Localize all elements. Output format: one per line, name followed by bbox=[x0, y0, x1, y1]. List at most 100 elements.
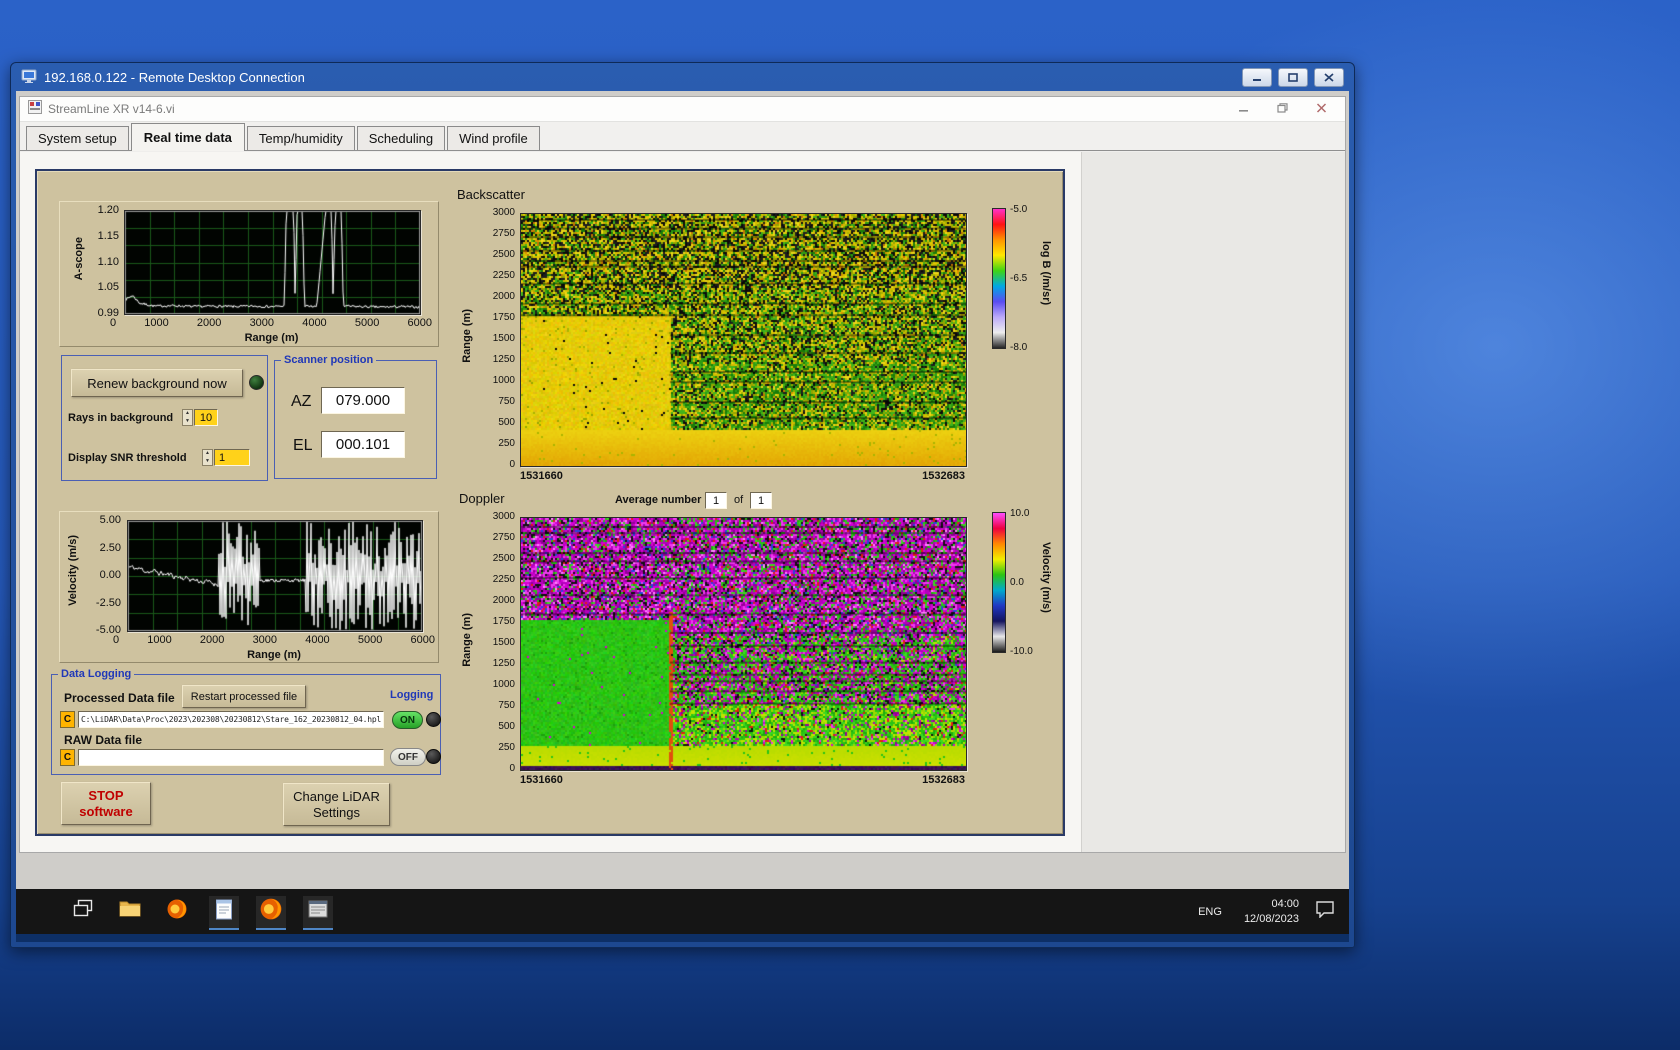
rays-spinner[interactable]: ▲▼ bbox=[182, 409, 193, 426]
renew-background-button[interactable]: Renew background now bbox=[71, 369, 243, 397]
scanner-position-title: Scanner position bbox=[281, 354, 376, 366]
backscatter-y-tick: 2750 bbox=[493, 228, 515, 239]
firefox-active-icon bbox=[259, 897, 283, 926]
close-icon bbox=[1324, 70, 1334, 85]
average-number-field[interactable]: 1 bbox=[705, 492, 727, 509]
doppler-y-tick: 500 bbox=[498, 721, 515, 732]
remote-taskbar: ENG 04:00 12/08/2023 bbox=[16, 889, 1349, 934]
raw-logging-toggle[interactable]: OFF bbox=[390, 748, 426, 766]
velocity-y-tick: 5.00 bbox=[100, 514, 121, 526]
backscatter-y-axis-label: Range (m) bbox=[461, 309, 473, 363]
vi-titlebar[interactable]: StreamLine XR v14-6.vi bbox=[20, 97, 1345, 122]
backscatter-y-tick: 2500 bbox=[493, 249, 515, 260]
el-value-field[interactable]: 000.101 bbox=[321, 431, 405, 458]
rdp-minimize-button[interactable] bbox=[1242, 68, 1272, 87]
backscatter-y-ticks: 3000275025002250200017501500125010007505… bbox=[477, 207, 515, 470]
average-total-field[interactable]: 1 bbox=[750, 492, 772, 509]
az-value-field[interactable]: 079.000 bbox=[321, 387, 405, 414]
tab-wind-profile[interactable]: Wind profile bbox=[447, 126, 540, 150]
backscatter-colorbar-ticks: -5.0-6.5-8.0 bbox=[1010, 204, 1038, 353]
vi-minimize-button[interactable] bbox=[1238, 100, 1249, 118]
taskbar-icons bbox=[68, 896, 333, 928]
tab-scheduling[interactable]: Scheduling bbox=[357, 126, 445, 150]
stop-software-line1: STOP bbox=[88, 788, 123, 804]
backscatter-y-tick: 500 bbox=[498, 417, 515, 428]
doppler-y-tick: 2500 bbox=[493, 553, 515, 564]
change-lidar-line2: Settings bbox=[313, 805, 360, 821]
task-view-button[interactable] bbox=[68, 896, 98, 928]
backscatter-x-start: 1531660 bbox=[520, 470, 563, 482]
tab-temp-humidity[interactable]: Temp/humidity bbox=[247, 126, 355, 150]
velocity-x-axis-label: Range (m) bbox=[127, 649, 421, 661]
backscatter-y-tick: 1750 bbox=[493, 312, 515, 323]
data-logging-box: Data Logging Processed Data file Restart… bbox=[51, 674, 441, 775]
ascope-y-tick: 1.15 bbox=[98, 230, 119, 242]
firefox-active-button[interactable] bbox=[256, 896, 286, 928]
minimize-icon bbox=[1252, 70, 1262, 85]
velocity-plot bbox=[127, 520, 423, 632]
taskbar-tray: ENG 04:00 12/08/2023 bbox=[1192, 897, 1349, 926]
raw-drive-selector[interactable]: C bbox=[60, 749, 75, 766]
tab-bar: System setup Real time data Temp/humidit… bbox=[20, 122, 1345, 151]
maximize-icon bbox=[1288, 70, 1298, 85]
doppler-y-tick: 1000 bbox=[493, 679, 515, 690]
stop-software-button[interactable]: STOP software bbox=[61, 782, 151, 825]
notification-center-button[interactable] bbox=[1315, 900, 1335, 923]
ascope-x-ticks: 0100020003000400050006000 bbox=[110, 317, 432, 329]
velocity-x-tick: 4000 bbox=[305, 634, 329, 646]
scan-scheduler-icon bbox=[308, 900, 328, 923]
tab-real-time-data[interactable]: Real time data bbox=[131, 123, 245, 151]
notepad-button[interactable] bbox=[209, 896, 239, 928]
velocity-y-axis-label: Velocity (m/s) bbox=[67, 535, 79, 606]
rays-value-field[interactable]: 10 bbox=[194, 409, 218, 426]
notepad-icon bbox=[215, 899, 233, 925]
az-label: AZ bbox=[291, 393, 311, 411]
backscatter-heatmap-canvas bbox=[521, 214, 966, 466]
snr-spinner[interactable]: ▲▼ bbox=[202, 449, 213, 466]
ascope-x-axis-label: Range (m) bbox=[124, 332, 419, 344]
scan-scheduler-button[interactable] bbox=[303, 896, 333, 928]
backscatter-x-end: 1532683 bbox=[922, 470, 965, 482]
vi-content-area: A-scope 1.201.151.101.050.99 01000200030… bbox=[20, 152, 1345, 852]
ascope-plot bbox=[124, 210, 421, 315]
raw-path-field[interactable] bbox=[78, 749, 384, 766]
taskbar-clock[interactable]: 04:00 12/08/2023 bbox=[1244, 897, 1299, 926]
doppler-colorbar-label: Velocity (m/s) bbox=[1040, 542, 1052, 613]
rdp-close-button[interactable] bbox=[1314, 68, 1344, 87]
change-lidar-settings-button[interactable]: Change LiDAR Settings bbox=[283, 783, 390, 826]
data-logging-title: Data Logging bbox=[58, 668, 134, 680]
processed-logging-knob[interactable] bbox=[426, 712, 441, 727]
language-indicator[interactable]: ENG bbox=[1192, 902, 1228, 922]
snr-value-field[interactable]: 1 bbox=[214, 449, 250, 466]
ascope-y-tick: 1.05 bbox=[98, 281, 119, 293]
file-explorer-button[interactable] bbox=[115, 896, 145, 928]
rdp-monitor-icon bbox=[21, 68, 37, 87]
vi-restore-button[interactable] bbox=[1277, 100, 1288, 118]
scanner-position-box: Scanner position AZ 079.000 EL 000.101 bbox=[274, 360, 437, 479]
backscatter-y-tick: 1500 bbox=[493, 333, 515, 344]
backscatter-title: Backscatter bbox=[457, 187, 525, 202]
raw-logging-knob[interactable] bbox=[426, 749, 441, 764]
doppler-y-tick: 2250 bbox=[493, 574, 515, 585]
processed-logging-toggle[interactable]: ON bbox=[392, 711, 423, 729]
ascope-plot-canvas bbox=[125, 211, 420, 314]
processed-path-field[interactable]: C:\LiDAR\Data\Proc\2023\202308\20230812\… bbox=[78, 711, 384, 728]
doppler-x-labels: 1531660 1532683 bbox=[520, 774, 965, 786]
ascope-x-tick: 1000 bbox=[144, 317, 168, 329]
rdp-titlebar[interactable]: 192.168.0.122 - Remote Desktop Connectio… bbox=[11, 63, 1354, 91]
velocity-y-tick: 0.00 bbox=[100, 569, 121, 581]
tab-system-setup[interactable]: System setup bbox=[26, 126, 129, 150]
processed-data-file-label: Processed Data file bbox=[64, 691, 175, 705]
file-explorer-icon bbox=[119, 899, 141, 924]
rdp-window: 192.168.0.122 - Remote Desktop Connectio… bbox=[10, 62, 1355, 948]
renew-background-led bbox=[249, 375, 264, 390]
doppler-y-tick: 1750 bbox=[493, 616, 515, 627]
rdp-maximize-button[interactable] bbox=[1278, 68, 1308, 87]
doppler-title: Doppler bbox=[459, 491, 505, 506]
processed-drive-selector[interactable]: C bbox=[60, 711, 75, 728]
firefox-button[interactable] bbox=[162, 896, 192, 928]
firefox-icon bbox=[166, 898, 188, 925]
restart-processed-file-button[interactable]: Restart processed file bbox=[182, 685, 306, 708]
backscatter-y-tick: 3000 bbox=[493, 207, 515, 218]
vi-close-button[interactable] bbox=[1316, 100, 1327, 118]
